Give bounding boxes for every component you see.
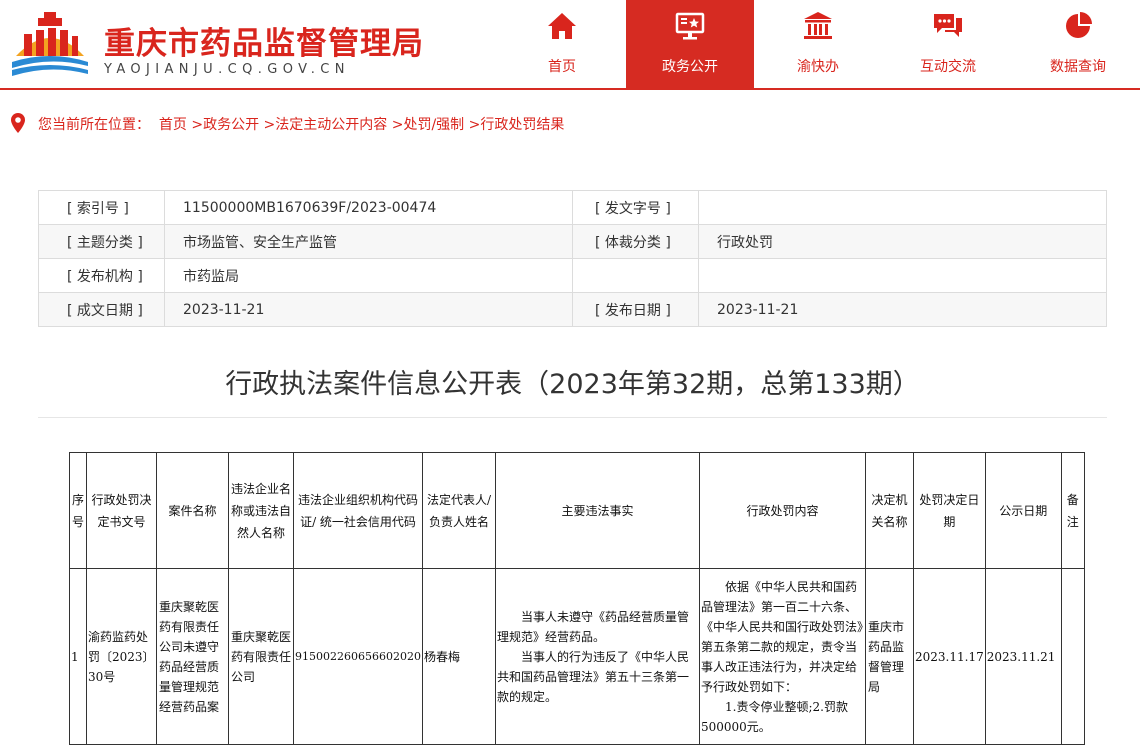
header-penalty: 行政处罚内容 xyxy=(699,452,866,569)
made-date-value: 2023-11-21 xyxy=(164,292,573,327)
cell-note xyxy=(1060,568,1085,745)
cell-penalty: 依据《中华人民共和国药品管理法》第一百二十六条、《中华人民共和国行政处罚法》第五… xyxy=(699,568,866,745)
table-row: 1 渝药监药处罚〔2023〕30号 重庆聚乾医药有限责任公司未遵守药品经营质量管… xyxy=(68,568,1085,745)
penalty-paragraph-2: 1.责令停业整顿;2.罚款500000元。 xyxy=(701,699,848,734)
monitor-star-icon xyxy=(675,12,705,40)
header-case-name: 案件名称 xyxy=(156,452,230,569)
header-note: 备注 xyxy=(1060,452,1085,569)
docno-label: [ 发文字号 ] xyxy=(572,190,699,225)
meta-row: [ 主题分类 ] 市场监管、安全生产监管 [ 体裁分类 ] 行政处罚 xyxy=(38,224,1107,259)
header-no: 序号 xyxy=(68,452,88,569)
breadcrumb-prefix: 您当前所在位置： xyxy=(38,117,150,133)
cell-no: 1 xyxy=(68,568,88,745)
nav-government-affairs-label: 政务公开 xyxy=(662,59,718,75)
genre-value: 行政处罚 xyxy=(698,224,1107,259)
nav-yukuaiban-label: 渝快办 xyxy=(797,59,839,75)
cell-authority: 重庆市药品监督管理局 xyxy=(865,568,914,745)
index-value: 11500000MB1670639F/2023-00474 xyxy=(164,190,573,225)
home-icon xyxy=(548,13,576,39)
header-decision-doc: 行政处罚决定书文号 xyxy=(86,452,158,569)
nav-government-affairs[interactable]: 政务公开 xyxy=(626,0,754,88)
cell-company: 重庆聚乾医药有限责任公司 xyxy=(228,568,295,745)
cell-decision-date: 2023.11.17 xyxy=(913,568,986,745)
penalty-paragraph-1: 依据《中华人民共和国药品管理法》第一百二十六条、《中华人民共和国行政处罚法》第五… xyxy=(701,579,864,694)
org-value: 市药监局 xyxy=(164,258,573,293)
breadcrumb: 您当前所在位置： 首页 >政务公开 >法定主动公开内容 >处罚/强制 >行政处罚… xyxy=(10,113,564,133)
nav-yukuaiban[interactable]: 渝快办 xyxy=(754,0,882,88)
nav-data-query-label: 数据查询 xyxy=(1050,59,1106,75)
publish-date-value: 2023-11-21 xyxy=(698,292,1107,327)
cell-case-name: 重庆聚乾医药有限责任公司未遵守药品经营质量管理规范经营药品案 xyxy=(156,568,230,745)
cell-facts: 当事人未遵守《药品经营质量管理规范》经营药品。 当事人的行为违反了《中华人民共和… xyxy=(495,568,700,745)
title-divider xyxy=(38,417,1107,418)
pie-chart-icon xyxy=(1066,12,1092,38)
breadcrumb-penalty-enforcement[interactable]: >处罚/强制 xyxy=(392,117,464,133)
table-header-row: 序号 行政处罚决定书文号 案件名称 违法企业名称或违法自然人名称 违法企业组织机… xyxy=(68,452,1085,569)
header-credit-code: 违法企业组织机构代码证/ 统一社会信用代码 xyxy=(293,452,423,569)
publish-date-label: [ 发布日期 ] xyxy=(572,292,699,327)
genre-label: [ 体裁分类 ] xyxy=(572,224,699,259)
header-authority: 决定机关名称 xyxy=(865,452,914,569)
breadcrumb-government-affairs[interactable]: >政务公开 xyxy=(191,117,259,133)
breadcrumb-public-content[interactable]: >法定主动公开内容 xyxy=(264,117,388,133)
document-title: 行政执法案件信息公开表（2023年第32期，总第133期） xyxy=(225,369,920,400)
header-company: 违法企业名称或违法自然人名称 xyxy=(228,452,295,569)
nav-data-query[interactable]: 数据查询 xyxy=(1014,0,1140,88)
site-logo[interactable]: 重庆市药品监督管理局 YAOJIANJU.CQ.GOV.CN xyxy=(10,8,450,78)
cell-publish-date: 2023.11.21 xyxy=(984,568,1062,745)
nav-interaction[interactable]: 互动交流 xyxy=(884,0,1012,88)
header-divider xyxy=(0,88,1140,90)
docno-value xyxy=(698,190,1107,225)
header-publish-date: 公示日期 xyxy=(984,452,1062,569)
meta-row: [ 索引号 ] 11500000MB1670639F/2023-00474 [ … xyxy=(38,190,1107,225)
header-facts: 主要违法事实 xyxy=(495,452,700,569)
header-decision-date: 处罚决定日期 xyxy=(913,452,986,569)
fact-paragraph-2: 当事人的行为违反了《中华人民共和国药品管理法》第五十三条第一款的规定。 xyxy=(497,649,690,704)
made-date-label: [ 成文日期 ] xyxy=(38,292,165,327)
cell-credit-code: 915002260656602020 xyxy=(293,568,423,745)
nav-home-label: 首页 xyxy=(548,59,576,75)
empty-cell xyxy=(572,258,699,293)
site-domain: YAOJIANJU.CQ.GOV.CN xyxy=(104,62,350,77)
index-label: [ 索引号 ] xyxy=(38,190,165,225)
fact-paragraph-1: 当事人未遵守《药品经营质量管理规范》经营药品。 xyxy=(497,609,690,644)
nav-interaction-label: 互动交流 xyxy=(920,59,976,75)
cell-representative: 杨春梅 xyxy=(422,568,496,745)
site-header: 重庆市药品监督管理局 YAOJIANJU.CQ.GOV.CN 首页 政务公开 渝… xyxy=(0,0,1140,88)
location-pin-icon xyxy=(11,113,25,133)
site-title: 重庆市药品监督管理局 xyxy=(104,26,424,62)
topic-label: [ 主题分类 ] xyxy=(38,224,165,259)
nav-home[interactable]: 首页 xyxy=(498,0,626,88)
cell-decision-doc: 渝药监药处罚〔2023〕30号 xyxy=(86,568,158,745)
topic-value: 市场监管、安全生产监管 xyxy=(164,224,573,259)
chat-bubbles-icon xyxy=(934,14,962,37)
org-label: [ 发布机构 ] xyxy=(38,258,165,293)
meta-row: [ 发布机构 ] 市药监局 xyxy=(38,258,1107,293)
header-representative: 法定代表人/负责人姓名 xyxy=(422,452,496,569)
breadcrumb-home[interactable]: 首页 xyxy=(159,117,187,133)
document-meta-table: [ 索引号 ] 11500000MB1670639F/2023-00474 [ … xyxy=(38,190,1107,327)
meta-row: [ 成文日期 ] 2023-11-21 [ 发布日期 ] 2023-11-21 xyxy=(38,292,1107,327)
logo-emblem-icon xyxy=(12,12,88,76)
empty-cell xyxy=(698,258,1107,293)
case-info-table: 序号 行政处罚决定书文号 案件名称 违法企业名称或违法自然人名称 违法企业组织机… xyxy=(68,452,1085,745)
government-building-icon xyxy=(804,12,832,39)
breadcrumb-penalty-results[interactable]: >行政处罚结果 xyxy=(469,117,565,133)
